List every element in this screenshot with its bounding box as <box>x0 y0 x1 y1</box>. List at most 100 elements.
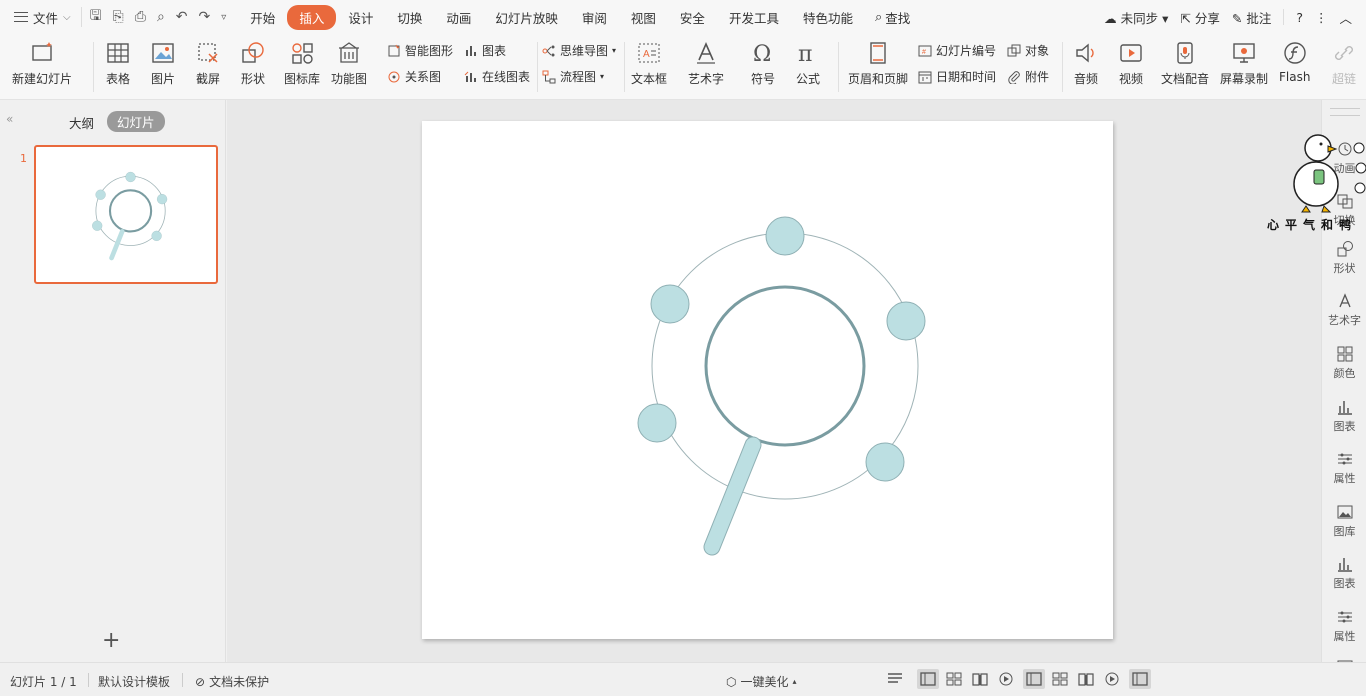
screenshot-button[interactable]: 截屏 <box>193 38 223 87</box>
tab-3[interactable]: 切换 <box>385 5 434 30</box>
tab-7[interactable]: 视图 <box>619 5 668 30</box>
slide-thumbnail[interactable] <box>34 145 218 284</box>
design-template-label[interactable]: 默认设计模板 <box>98 673 170 690</box>
share-button[interactable]: ⇱ 分享 <box>1180 8 1219 27</box>
magnifier-lens[interactable] <box>704 285 866 447</box>
function-chart-button[interactable]: 功能图 <box>331 38 367 87</box>
slide-sorter-button-2[interactable] <box>1049 669 1071 689</box>
save-icon[interactable]: 🖫 <box>90 5 102 29</box>
tab-outline[interactable]: 大纲 <box>69 113 94 132</box>
collapse-panel-icon[interactable]: « <box>6 112 13 126</box>
tab-0[interactable]: 开始 <box>238 5 287 30</box>
undo-icon[interactable]: ↶ <box>176 9 188 25</box>
more-options-button[interactable]: ⋮ <box>1315 10 1328 25</box>
screen-record-button[interactable]: 屏幕录制 <box>1220 38 1268 87</box>
flash-button[interactable]: Flash <box>1279 38 1310 84</box>
collapse-ribbon-icon[interactable]: ︿ <box>1339 8 1352 27</box>
ring-dot-top[interactable] <box>765 216 805 256</box>
video-button[interactable]: 视频 <box>1116 38 1146 87</box>
sync-label: 未同步 <box>1120 10 1159 26</box>
format-painter-icon[interactable]: ⎘ <box>113 9 124 25</box>
customize-qa-icon[interactable]: ▿ <box>221 12 226 23</box>
slideshow-button-2[interactable] <box>1101 669 1123 689</box>
tab-9[interactable]: 开发工具 <box>717 5 791 30</box>
slide-sorter-button[interactable] <box>943 669 965 689</box>
normal-view-button-2[interactable] <box>1023 669 1045 689</box>
sidebar-item-wordart[interactable]: 艺术字 <box>1322 292 1366 328</box>
symbol-button[interactable]: Ω 符号 <box>748 38 778 87</box>
normal-view-button[interactable] <box>917 669 939 689</box>
sidebar-item-color[interactable]: 颜色 <box>1322 345 1366 381</box>
formula-button[interactable]: π 公式 <box>793 38 823 87</box>
normal-view-button-3[interactable] <box>1129 669 1151 689</box>
ring-dot-upper-left[interactable] <box>650 284 690 324</box>
attachment-button[interactable]: 附件 <box>1007 68 1049 85</box>
sidebar-item-properties-2[interactable]: 属性 <box>1322 608 1366 644</box>
redo-icon[interactable]: ↷ <box>199 9 211 25</box>
flowchart-button[interactable]: 流程图 ▾ <box>542 68 604 85</box>
relation-chart-button[interactable]: 关系图 <box>387 68 441 85</box>
date-time-button[interactable]: 日期和时间 <box>918 68 996 85</box>
sidebar-item-chart[interactable]: 图表 <box>1322 398 1366 434</box>
reading-view-button-2[interactable] <box>1075 669 1097 689</box>
object-button[interactable]: 对象 <box>1007 42 1049 59</box>
sidebar-item-shape[interactable]: 形状 <box>1322 240 1366 276</box>
shape-button[interactable]: 形状 <box>238 38 268 87</box>
sidebar-item-gallery[interactable]: 图库 <box>1322 503 1366 539</box>
tab-slides[interactable]: 幻灯片 <box>107 111 165 132</box>
icon-library-button[interactable]: 图标库 <box>284 38 320 87</box>
function-chart-label: 功能图 <box>331 72 368 86</box>
table-button[interactable]: 表格 <box>103 38 133 87</box>
doc-voice-button[interactable]: 文档配音 <box>1161 38 1209 87</box>
pane-handle[interactable] <box>1330 108 1360 116</box>
online-chart-button[interactable]: 在线图表 <box>464 68 530 85</box>
slideshow-button[interactable] <box>995 669 1017 689</box>
sidebar-item-properties[interactable]: 属性 <box>1322 450 1366 486</box>
tab-8[interactable]: 安全 <box>668 5 717 30</box>
book-icon <box>1078 673 1094 686</box>
online-chart-label: 在线图表 <box>482 70 531 84</box>
print-preview-icon[interactable]: ⌕ <box>157 9 165 25</box>
thumbnail-preview <box>92 171 168 261</box>
slide-number-button[interactable]: # 幻灯片编号 <box>918 42 996 59</box>
ring-dot-lower-right[interactable] <box>865 442 905 482</box>
sync-button[interactable]: ☁ 未同步 ▾ <box>1104 8 1168 27</box>
tab-1[interactable]: 插入 <box>287 4 337 30</box>
svg-text:Ω: Ω <box>753 42 771 66</box>
properties-icon <box>1337 453 1352 465</box>
slide-thumbnail-number: 1 <box>20 152 27 165</box>
reading-view-button[interactable] <box>969 669 991 689</box>
audio-button[interactable]: 音频 <box>1071 38 1101 87</box>
ring-dot-lower-left[interactable] <box>637 403 677 443</box>
smart-graphic-button[interactable]: 智能图形 <box>387 42 453 59</box>
chart-button[interactable]: 图表 <box>464 42 506 59</box>
add-slide-button[interactable]: + <box>102 628 120 653</box>
header-footer-button[interactable]: 页眉和页脚 <box>848 38 908 87</box>
hyperlink-button[interactable]: 超链 <box>1329 38 1359 87</box>
notes-toggle-button[interactable] <box>884 669 906 689</box>
mind-map-button[interactable]: 思维导图 ▾ <box>542 42 616 59</box>
help-button[interactable]: ? <box>1296 10 1303 25</box>
one-click-beautify-button[interactable]: ⬡ 一键美化 ▴ <box>726 673 797 690</box>
date-time-label: 日期和时间 <box>936 70 997 84</box>
new-slide-button[interactable]: 新建幻灯片 <box>12 38 72 87</box>
picture-button[interactable]: 图片 <box>148 38 178 87</box>
tab-5[interactable]: 幻灯片放映 <box>483 5 570 30</box>
search-command[interactable]: ⌕ 查找 <box>865 8 920 27</box>
wordart-button[interactable]: 艺术字 <box>688 38 724 87</box>
sidebar-item-chart-2[interactable]: 图表 <box>1322 555 1366 591</box>
file-menu[interactable]: 文件 ⌵ <box>0 0 81 34</box>
textbox-button[interactable]: A 文本框 <box>631 38 667 87</box>
play-icon <box>1105 672 1119 686</box>
document-protection-status[interactable]: ⊘ 文档未保护 <box>195 673 269 690</box>
tab-6[interactable]: 审阅 <box>570 5 619 30</box>
wordart-icon <box>1338 293 1351 308</box>
tab-10[interactable]: 特色功能 <box>791 5 865 30</box>
print-icon[interactable]: ⎙ <box>135 9 146 25</box>
slide-canvas[interactable] <box>422 121 1113 639</box>
comment-button[interactable]: ✎ 批注 <box>1232 8 1271 27</box>
ring-dot-upper-right[interactable] <box>886 301 926 341</box>
shape-label: 形状 <box>240 72 265 86</box>
tab-2[interactable]: 设计 <box>336 5 385 30</box>
tab-4[interactable]: 动画 <box>434 5 483 30</box>
